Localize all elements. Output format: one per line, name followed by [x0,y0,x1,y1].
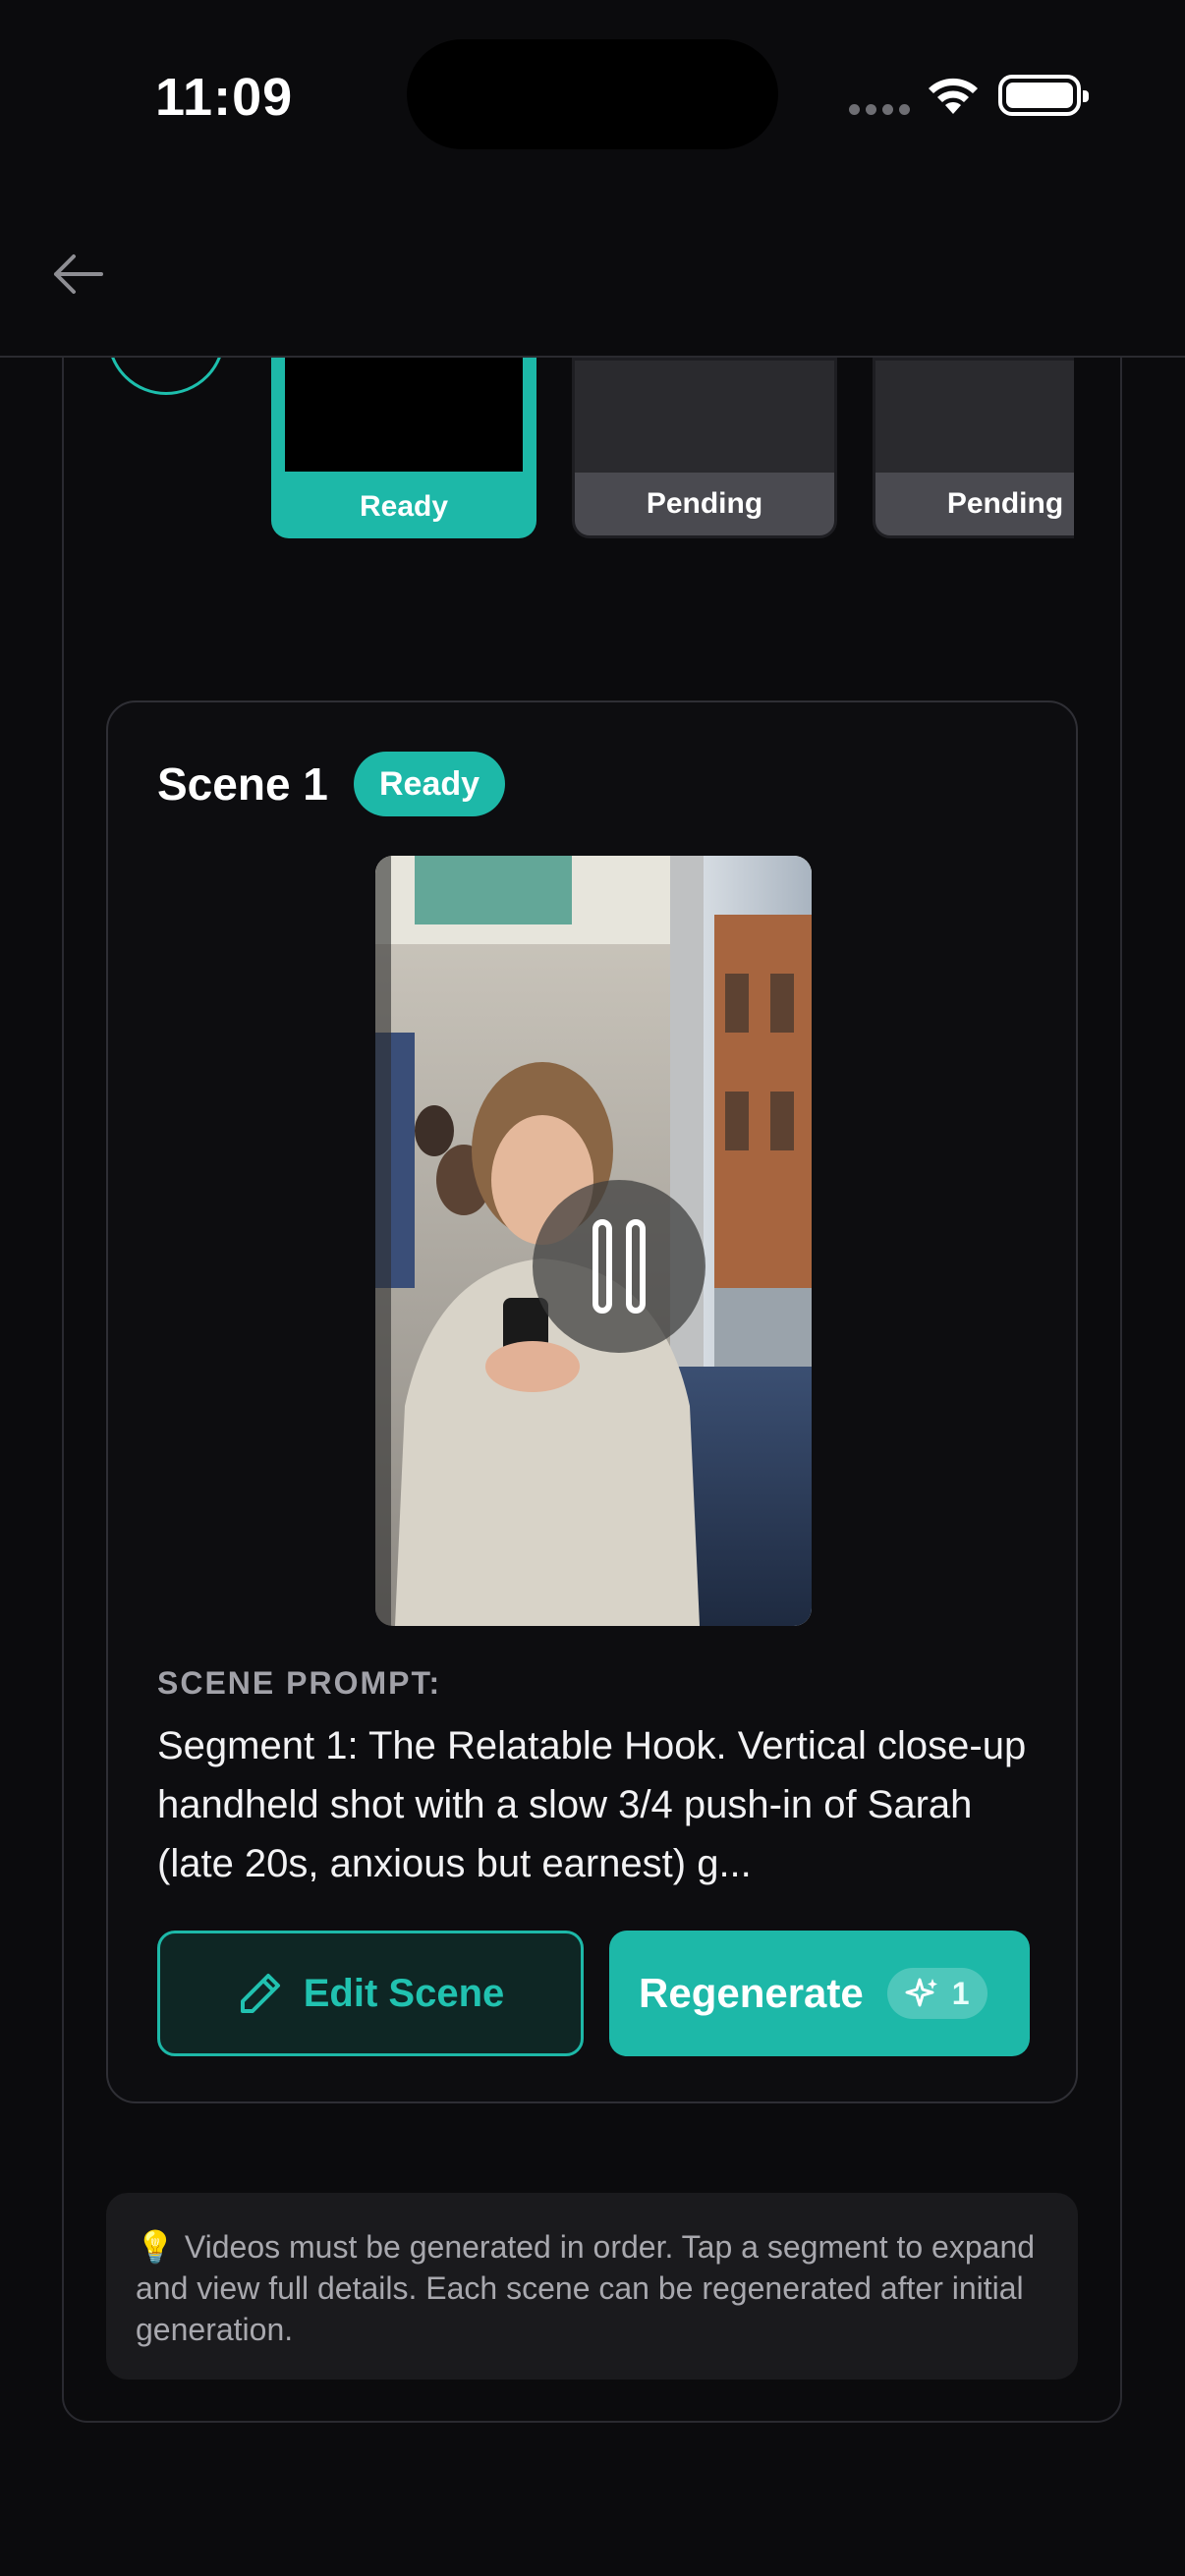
arrow-left-icon [54,254,103,294]
segment-thumb-3[interactable]: Pending [873,358,1074,538]
scene-card: Scene 1 Ready SCENE PROMPT: Segment 1: T… [106,700,1078,2103]
pause-icon [592,1219,612,1314]
status-bar: 11:09 [0,0,1185,196]
segment-prev-button[interactable] [107,358,225,395]
scene-prompt-label: SCENE PROMPT: [157,1665,442,1701]
pause-button[interactable] [533,1180,705,1353]
navigation-bar [0,196,1185,358]
regenerate-button[interactable]: Regenerate 1 [609,1931,1030,2056]
battery-icon [998,75,1089,116]
edit-scene-label: Edit Scene [303,1971,505,2015]
pencil-icon [240,1974,280,2013]
credit-count: 1 [951,1975,970,2011]
credit-cost-badge: 1 [886,1968,988,2019]
regenerate-label: Regenerate [639,1970,864,2016]
scene-video-player[interactable] [375,856,812,1626]
wifi-icon [929,78,978,114]
info-hint: 💡 Videos must be generated in order. Tap … [106,2193,1078,2380]
segment-status-label: Pending [875,473,1074,535]
segment-status-label: Ready [359,490,449,523]
segment-thumb-preview [285,358,523,472]
segment-thumb-2[interactable]: Pending [572,358,837,538]
scene-title: Scene 1 [157,758,328,810]
status-time: 11:09 [155,68,294,127]
info-text: Videos must be generated in order. Tap a… [136,2229,1036,2347]
cellular-signal-icon [849,104,910,115]
back-button[interactable] [43,240,112,308]
sparkle-icon [905,1978,937,2007]
segment-thumb-1[interactable]: Ready [271,358,536,538]
dynamic-island [407,39,778,149]
lightbulb-icon: 💡 [136,2229,175,2265]
segment-status-label: Pending [575,473,834,535]
status-badge: Ready [354,752,506,816]
segment-strip: Ready Pending Pending [62,358,1074,544]
edit-scene-button[interactable]: Edit Scene [157,1931,584,2056]
scene-prompt-text: Segment 1: The Relatable Hook. Vertical … [157,1724,1027,1885]
